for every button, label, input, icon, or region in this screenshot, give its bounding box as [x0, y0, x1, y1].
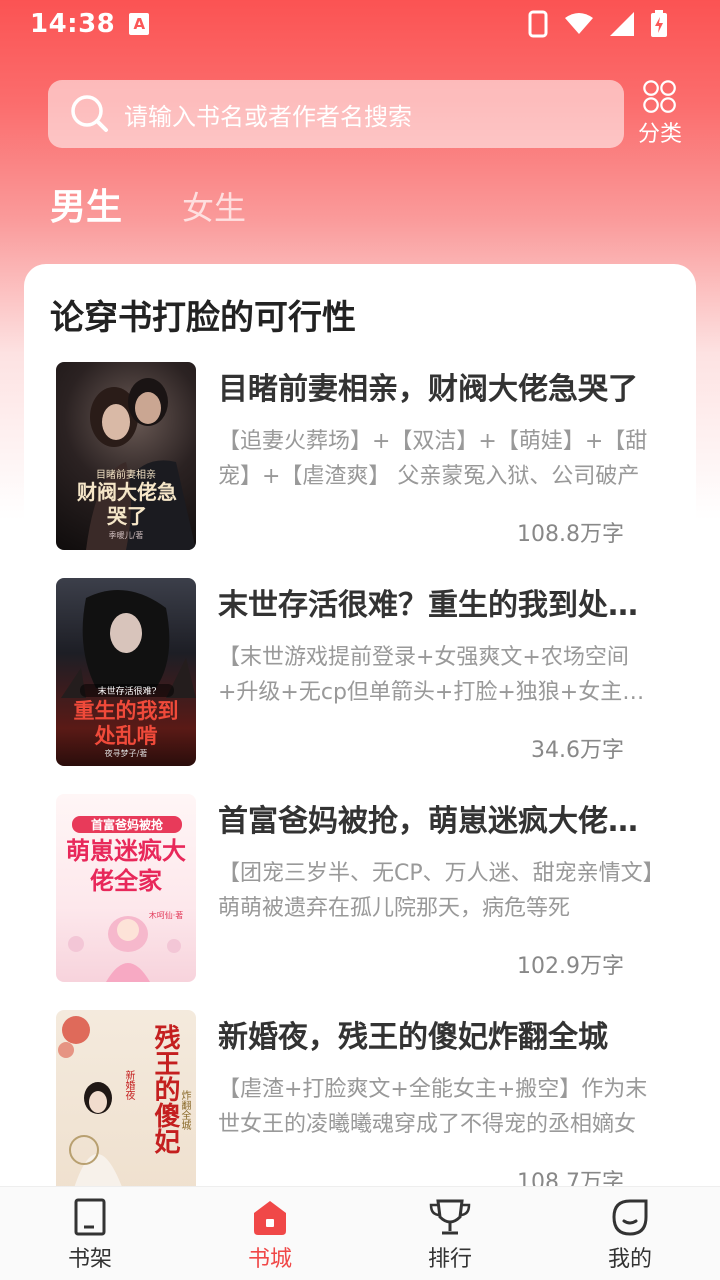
category-label: 分类 — [637, 122, 682, 147]
status-bar: 14:38 A — [0, 0, 720, 48]
tab-bookstore[interactable]: 书城 — [180, 1187, 360, 1280]
search-input[interactable]: 请输入书名或者作者名搜索 — [124, 97, 412, 132]
bookstore-icon — [254, 1201, 286, 1235]
notification-icon: A — [129, 13, 150, 35]
battery-icon — [651, 10, 667, 37]
status-icons — [528, 10, 668, 38]
status-time: 14:38 — [30, 9, 116, 39]
book-title[interactable]: 新婚夜，残王的傻妃炸翻全城 — [218, 1012, 664, 1056]
book-item[interactable]: 目睹前妻相亲 财阀大佬急哭了 季暖儿/著 目睹前妻相亲，财阀大佬急哭了 【追妻火… — [56, 362, 666, 552]
book-cover[interactable]: 目睹前妻相亲 财阀大佬急哭了 季暖儿/著 — [56, 362, 196, 550]
book-description: 【追妻火葬场】+【双洁】+【萌娃】+【甜宠】+【虐渣爽】 父亲蒙冤入狱、公司破产 — [218, 429, 648, 489]
tab-ranking[interactable]: 排行 — [360, 1187, 540, 1280]
tab-male[interactable]: 男生 — [50, 178, 122, 230]
tab-female[interactable]: 女生 — [182, 183, 246, 229]
book-title[interactable]: 首富爸妈被抢，萌崽迷疯大佬全家 — [218, 796, 664, 840]
cover-author: 夜寻梦子/著 — [104, 749, 148, 758]
bookshelf-icon — [74, 1198, 106, 1236]
cover-title: 重生的我到处乱啃 — [73, 698, 179, 748]
tab-label: 我的 — [607, 1247, 652, 1272]
cover-subtitle: 炸翻全城 — [179, 1090, 190, 1130]
cover-subtitle: 末世存活很难? — [80, 684, 174, 697]
category-grid-icon — [643, 80, 676, 113]
cover-author: 新婚夜 — [123, 1070, 134, 1100]
phone-icon — [528, 10, 548, 38]
book-cover[interactable]: 残王的傻妃 炸翻全城 新婚夜 — [56, 1010, 196, 1198]
bottom-tab-bar: 书架 书城 排行 我的 — [0, 1186, 720, 1280]
book-description: 【虐渣+打脸爽文+全能女主+搬空】作为末世女王的凌曦曦魂穿成了不得宠的丞相嫡女 — [218, 1077, 648, 1137]
book-item[interactable]: 残王的傻妃 炸翻全城 新婚夜 新婚夜，残王的傻妃炸翻全城 【虐渣+打脸爽文+全能… — [56, 1010, 666, 1200]
tab-label: 书架 — [67, 1247, 112, 1272]
search-bar[interactable]: 请输入书名或者作者名搜索 — [48, 80, 624, 148]
section-title: 论穿书打脸的可行性 — [50, 298, 356, 338]
book-cover[interactable]: 末世存活很难? 重生的我到处乱啃 夜寻梦子/著 — [56, 578, 196, 766]
cover-author: 季暖儿/著 — [108, 531, 144, 540]
wifi-icon — [565, 13, 593, 34]
category-button[interactable]: 分类 — [630, 80, 690, 148]
signal-icon — [610, 12, 634, 36]
cover-author: 木呵仙·著 — [148, 911, 184, 920]
trophy-icon — [429, 1199, 471, 1235]
book-word-count: 108.8万字 — [517, 522, 624, 547]
book-title[interactable]: 目睹前妻相亲，财阀大佬急哭了 — [218, 364, 664, 408]
tab-label: 书城 — [247, 1247, 292, 1272]
search-icon — [71, 95, 108, 132]
book-cover[interactable]: 首富爸妈被抢 萌崽迷疯大佬全家 木呵仙·著 — [56, 794, 196, 982]
tab-bookshelf[interactable]: 书架 — [0, 1187, 180, 1280]
cover-illustration — [68, 916, 181, 982]
cover-title: 财阀大佬急哭了 — [77, 480, 177, 528]
book-description: 【团宠三岁半、无CP、万人迷、甜宠亲情文】萌萌被遗弃在孤儿院那天，病危等死 — [218, 861, 654, 921]
tab-profile[interactable]: 我的 — [540, 1187, 720, 1280]
book-description: 【末世游戏提前登录+女强爽文+农场空间+升级+无cp但单箭头+打脸+独狼+女主疯… — [218, 645, 645, 705]
book-item[interactable]: 末世存活很难? 重生的我到处乱啃 夜寻梦子/著 末世存活很难？重生的我到处乱啃 … — [56, 578, 666, 768]
gender-tabs: 男生 女生 — [50, 178, 246, 230]
profile-icon — [612, 1199, 648, 1236]
tab-label: 排行 — [427, 1247, 472, 1272]
cover-title: 残王的傻妃 — [150, 1024, 180, 1154]
cover-subtitle: 目睹前妻相亲 — [96, 470, 156, 481]
book-word-count: 34.6万字 — [531, 738, 624, 763]
book-word-count: 102.9万字 — [517, 954, 624, 979]
book-title[interactable]: 末世存活很难？重生的我到处乱啃 — [218, 580, 664, 624]
book-item[interactable]: 首富爸妈被抢 萌崽迷疯大佬全家 木呵仙·著 首富爸妈被抢，萌崽迷疯大佬全家 【团… — [56, 794, 666, 984]
book-list-card: 论穿书打脸的可行性 目睹前妻相亲 财阀大佬急哭了 季暖儿/著 目睹前妻相亲，财阀… — [24, 264, 696, 1264]
